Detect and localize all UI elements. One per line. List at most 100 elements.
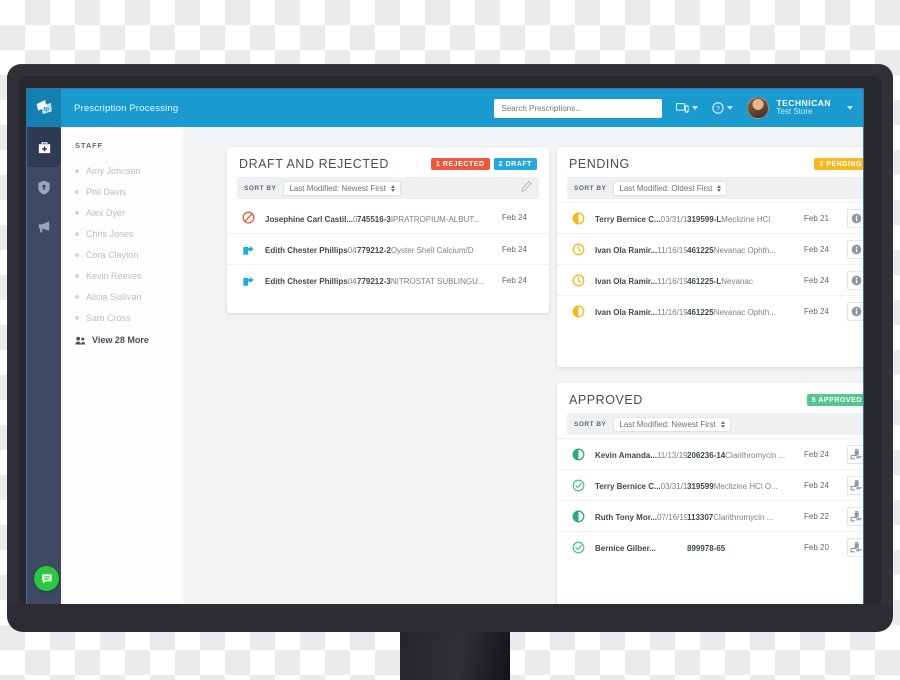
dispense-hand-button[interactable] bbox=[846, 537, 863, 557]
rx-cell: 779212-3NITROSTAT SUBLINGU... bbox=[357, 270, 502, 290]
sidebar-item-staff[interactable]: Sam Cross bbox=[75, 307, 183, 328]
patient-name: Edith Chester Phillips bbox=[265, 277, 348, 286]
half-circle-icon bbox=[572, 212, 584, 224]
rx-number: 206236-14 bbox=[687, 451, 726, 460]
info-button[interactable] bbox=[846, 208, 863, 228]
patient-cell: Kevin Amanda...11/13/1959 bbox=[595, 444, 687, 464]
sort-select-value: Last Modified: Oldest First bbox=[619, 183, 713, 193]
sidebar-item-staff[interactable]: Kevin Reeves bbox=[75, 265, 183, 286]
patient-name: Ivan Ola Ramir... bbox=[595, 246, 658, 255]
sidebar-item-staff[interactable]: Alicia Sullivan bbox=[75, 286, 183, 307]
rail-item-security[interactable] bbox=[27, 167, 61, 207]
draft-share-icon bbox=[242, 276, 254, 286]
draft-row-list: Josephine Carl Castil...02/13/1968745516… bbox=[227, 202, 549, 295]
rail-item-prescriptions[interactable] bbox=[27, 127, 61, 167]
status-dot-icon bbox=[75, 210, 79, 215]
table-row[interactable]: Josephine Carl Castil...02/13/1968745516… bbox=[227, 202, 549, 233]
rx-number: 461225 bbox=[687, 246, 714, 255]
table-row[interactable]: Edith Chester Phillips04/07/1967779212-3… bbox=[227, 264, 549, 295]
draft-share-icon bbox=[242, 245, 254, 255]
patient-cell: Ivan Ola Ramir...11/16/1989 bbox=[595, 270, 687, 290]
chevron-down-icon bbox=[727, 106, 734, 110]
sidebar-item-staff[interactable]: Amy Johnson bbox=[75, 160, 183, 181]
panel-header: DRAFT AND REJECTED 1 REJECTED 2 DRAFT bbox=[227, 147, 549, 177]
user-menu[interactable]: TECHNICAN Test Store bbox=[776, 98, 831, 117]
status-dot-icon bbox=[75, 252, 79, 257]
dispense-hand-button[interactable] bbox=[846, 506, 863, 526]
sidebar-item-staff[interactable]: Phil Davis bbox=[75, 181, 183, 202]
shield-icon bbox=[38, 180, 50, 194]
drug-name: Nevanac Ophth... bbox=[713, 246, 776, 255]
sort-by-label: SORT BY bbox=[574, 420, 607, 428]
patient-name: Terry Bernice C... bbox=[595, 215, 661, 224]
table-row[interactable]: Edith Chester Phillips04/07/1967779212-2… bbox=[227, 233, 549, 264]
table-row[interactable]: Ivan Ola Ramir...11/16/1989461225-LNevan… bbox=[557, 264, 863, 295]
info-button[interactable] bbox=[846, 270, 863, 290]
table-row[interactable]: Ruth Tony Mor...07/16/1986113307Clarithr… bbox=[557, 500, 863, 531]
sidebar-item-staff[interactable]: Chris Jones bbox=[75, 223, 183, 244]
info-button[interactable] bbox=[846, 301, 863, 321]
row-status-icon bbox=[561, 541, 595, 554]
avatar[interactable] bbox=[747, 97, 770, 119]
dispense-hand-button[interactable] bbox=[846, 475, 863, 495]
table-row[interactable]: Ivan Ola Ramir...11/16/1989461225Nevanac… bbox=[557, 295, 863, 326]
pencil-icon[interactable] bbox=[521, 179, 532, 197]
sort-bar: SORT BY Last Modified: Newest First bbox=[567, 413, 863, 435]
info-button[interactable] bbox=[846, 239, 863, 259]
sort-select[interactable]: Last Modified: Newest First bbox=[613, 416, 731, 432]
sidebar-item-staff[interactable]: Alex Dyer bbox=[75, 202, 183, 223]
rx-number: 745516-3 bbox=[357, 214, 391, 224]
table-row[interactable]: Kevin Amanda...11/13/1959206236-14Clarit… bbox=[557, 438, 863, 469]
screen: tp Prescription Processing Search Prescr… bbox=[26, 88, 864, 614]
panel-title: APPROVED bbox=[569, 393, 643, 407]
search-input[interactable] bbox=[494, 98, 663, 118]
patient-name: Ruth Tony Mor... bbox=[595, 513, 658, 522]
devices-icon bbox=[676, 102, 690, 113]
panel-badges: 1 REJECTED 2 DRAFT bbox=[430, 158, 537, 170]
table-row[interactable]: Ivan Ola Ramir...11/16/1989461225Nevanac… bbox=[557, 233, 863, 264]
dispense-hand-button[interactable] bbox=[846, 444, 863, 464]
view-more-button[interactable]: View 28 More bbox=[75, 335, 183, 345]
sort-arrows-icon bbox=[717, 184, 722, 192]
half-circle-icon bbox=[572, 305, 584, 317]
sidebar-item-label: Alicia Sullivan bbox=[86, 291, 142, 302]
patient-name: Josephine Carl Castil... bbox=[265, 214, 354, 224]
table-row[interactable]: Bernice Gilber... 899978-65 Feb 20 bbox=[557, 531, 863, 562]
table-row[interactable]: Terry Bernice C...03/31/1959319599-LMecl… bbox=[557, 202, 863, 233]
panel-title: PENDING bbox=[569, 157, 630, 171]
row-status-icon bbox=[561, 274, 595, 287]
sort-select-value: Last Modified: Newest First bbox=[289, 183, 386, 193]
check-circle-icon bbox=[572, 479, 584, 491]
status-badge-approved: 5 APPROVED bbox=[806, 394, 863, 406]
sidebar-item-staff[interactable]: Cora Clayton bbox=[75, 244, 183, 265]
sort-select[interactable]: Last Modified: Newest First bbox=[283, 180, 401, 196]
table-row[interactable]: Terry Bernice C...03/31/1959319599Mecliz… bbox=[557, 469, 863, 500]
row-date: Feb 24 bbox=[502, 244, 527, 254]
rx-cell: 899978-65 bbox=[687, 537, 804, 557]
app-logo[interactable]: tp bbox=[27, 89, 61, 127]
patient-cell: Edith Chester Phillips04/07/1967 bbox=[265, 239, 357, 259]
rx-cell: 779212-2Oyster Shell Calcium/D bbox=[357, 239, 502, 259]
help-menu[interactable]: ? bbox=[712, 102, 734, 114]
patient-cell: Ivan Ola Ramir...11/16/1989 bbox=[595, 301, 687, 321]
row-action bbox=[842, 444, 863, 464]
devices-menu[interactable] bbox=[676, 102, 699, 114]
drug-name: Nevanac bbox=[721, 277, 753, 286]
rail-item-announcements[interactable] bbox=[27, 207, 61, 247]
patient-cell: Ruth Tony Mor...07/16/1986 bbox=[595, 506, 687, 526]
transparency-backdrop: ⏻ tp bbox=[0, 0, 900, 680]
info-icon bbox=[851, 213, 861, 223]
row-action bbox=[842, 475, 863, 495]
chat-widget-button[interactable] bbox=[34, 566, 59, 591]
patient-dob: 03/31/1959 bbox=[660, 215, 687, 224]
rx-cell: 319599-LMeclizine HCl bbox=[687, 208, 804, 228]
sort-select[interactable]: Last Modified: Oldest First bbox=[613, 180, 728, 196]
row-date: Feb 24 bbox=[502, 275, 527, 285]
chevron-down-icon[interactable] bbox=[847, 106, 853, 110]
rx-cell: 319599Meclizine HCl O... bbox=[687, 475, 804, 495]
megaphone-icon bbox=[38, 221, 49, 233]
tp-logo-icon: tp bbox=[36, 100, 52, 115]
panel-header: PENDING 3 PENDING bbox=[557, 147, 863, 177]
row-date: Feb 24 bbox=[804, 306, 829, 316]
drug-name: Oyster Shell Calcium/D bbox=[390, 246, 474, 255]
